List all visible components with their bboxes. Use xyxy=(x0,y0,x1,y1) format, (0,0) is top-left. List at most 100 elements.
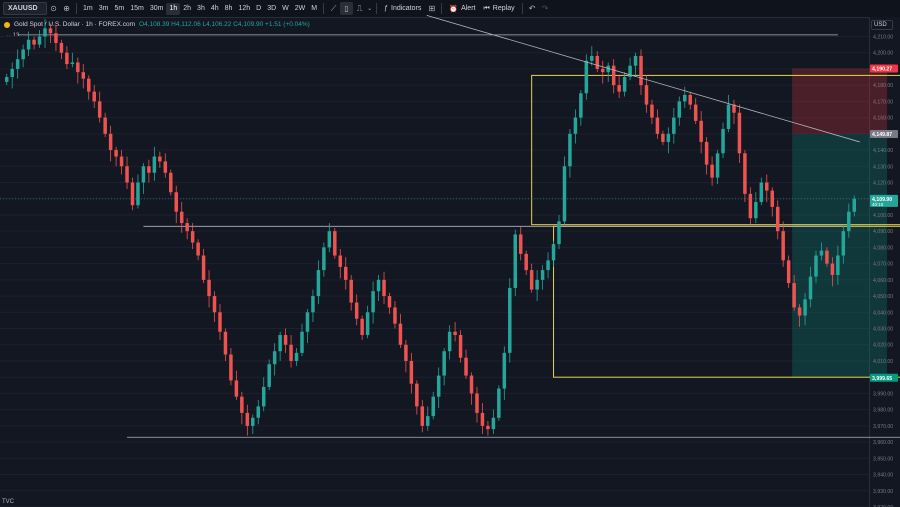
candle-body xyxy=(568,133,572,167)
candle-body xyxy=(26,39,31,50)
candle-body xyxy=(715,153,720,178)
candle-body xyxy=(464,357,468,376)
candle-body xyxy=(65,52,69,65)
candle-body xyxy=(267,364,271,387)
candle-body xyxy=(229,354,233,381)
candle-body xyxy=(174,192,178,212)
candle-body xyxy=(393,307,397,324)
candle-body xyxy=(48,28,53,34)
candle-body xyxy=(294,352,299,361)
candle-body xyxy=(404,344,408,361)
candle-body xyxy=(300,331,304,353)
candle-body xyxy=(245,412,250,426)
candle-body xyxy=(781,231,785,261)
price-tick-label: 4,020.00 xyxy=(873,343,893,349)
candle-body xyxy=(513,234,518,288)
candle-body xyxy=(354,302,359,319)
candle-body xyxy=(447,331,452,352)
price-chart[interactable]: 4,210.004,200.004,190.004,180.004,170.00… xyxy=(0,0,900,507)
candle-body xyxy=(524,253,528,271)
candle-body xyxy=(32,39,36,45)
candle-body xyxy=(415,383,419,407)
candle-body xyxy=(836,255,840,275)
candle-body xyxy=(557,221,561,245)
price-tick-label: 4,140.00 xyxy=(873,148,893,154)
candle-body xyxy=(841,231,846,256)
countdown-label: 40:16 xyxy=(872,202,884,207)
candle-body xyxy=(343,266,348,280)
price-tick-label: 4,130.00 xyxy=(873,164,893,170)
price-tick-label: 4,210.00 xyxy=(873,34,893,40)
candle-body xyxy=(573,117,578,134)
candle-body xyxy=(256,406,261,418)
candle-body xyxy=(349,279,353,303)
candle-body xyxy=(305,312,310,332)
price-tick-label: 4,070.00 xyxy=(873,262,893,268)
candle-body xyxy=(797,307,802,316)
candle-body xyxy=(518,234,523,254)
candle-body xyxy=(251,417,255,426)
candle-body xyxy=(458,335,463,358)
price-tick-label: 3,930.00 xyxy=(873,489,893,495)
candle-body xyxy=(398,323,403,345)
price-tick-label: 4,080.00 xyxy=(873,245,893,251)
candle-body xyxy=(562,166,567,222)
candle-body xyxy=(683,94,687,102)
candle-body xyxy=(469,375,474,394)
candle-body xyxy=(37,36,42,45)
candle-body xyxy=(4,77,9,82)
candle-body xyxy=(365,312,370,336)
candle-body xyxy=(622,77,627,92)
candle-body xyxy=(502,352,507,389)
candle-body xyxy=(535,279,539,290)
candle-body xyxy=(278,335,282,352)
price-label-text: 4,149.87 xyxy=(872,132,892,138)
candle-body xyxy=(639,55,643,86)
price-label-text: 4,190.27 xyxy=(872,66,892,72)
candle-body xyxy=(223,331,228,355)
candle-body xyxy=(108,133,113,151)
candle-body xyxy=(590,55,594,61)
candle-body xyxy=(125,166,129,183)
candle-body xyxy=(546,260,550,271)
candle-body xyxy=(579,93,583,118)
candle-body xyxy=(775,206,780,232)
candle-body xyxy=(748,193,753,219)
price-tick-label: 4,100.00 xyxy=(873,213,893,219)
candle-body xyxy=(688,94,692,105)
candle-body xyxy=(677,101,682,118)
candle-body xyxy=(847,211,851,232)
price-tick-label: 4,090.00 xyxy=(873,229,893,235)
price-tick-label: 4,050.00 xyxy=(873,294,893,300)
candle-body xyxy=(322,247,326,271)
candle-body xyxy=(261,386,266,407)
candle-body xyxy=(786,260,791,284)
candle-body xyxy=(540,270,545,280)
candle-body xyxy=(190,231,195,243)
candle-body xyxy=(633,55,638,66)
price-tick-label: 4,060.00 xyxy=(873,278,893,284)
candle-body xyxy=(163,161,168,173)
candle-body xyxy=(54,33,58,43)
candle-body xyxy=(486,425,490,430)
candle-body xyxy=(453,331,457,336)
candle-body xyxy=(387,296,392,308)
candle-body xyxy=(754,201,758,219)
candle-body xyxy=(830,263,835,275)
candle-body xyxy=(207,279,211,297)
candle-body xyxy=(289,344,293,361)
price-tick-label: 4,120.00 xyxy=(873,180,893,186)
candle-body xyxy=(792,283,796,308)
candle-body xyxy=(169,172,173,193)
candle-body xyxy=(240,396,244,413)
candle-body xyxy=(852,198,857,212)
candle-body xyxy=(382,279,386,297)
candle-body xyxy=(360,318,364,336)
tvc-label: TVC xyxy=(2,499,14,505)
candle-body xyxy=(179,211,184,224)
candle-body xyxy=(765,182,769,191)
candle-body xyxy=(21,49,25,60)
price-tick-label: 4,180.00 xyxy=(873,83,893,89)
candle-body xyxy=(611,65,616,86)
price-tick-label: 4,170.00 xyxy=(873,99,893,105)
